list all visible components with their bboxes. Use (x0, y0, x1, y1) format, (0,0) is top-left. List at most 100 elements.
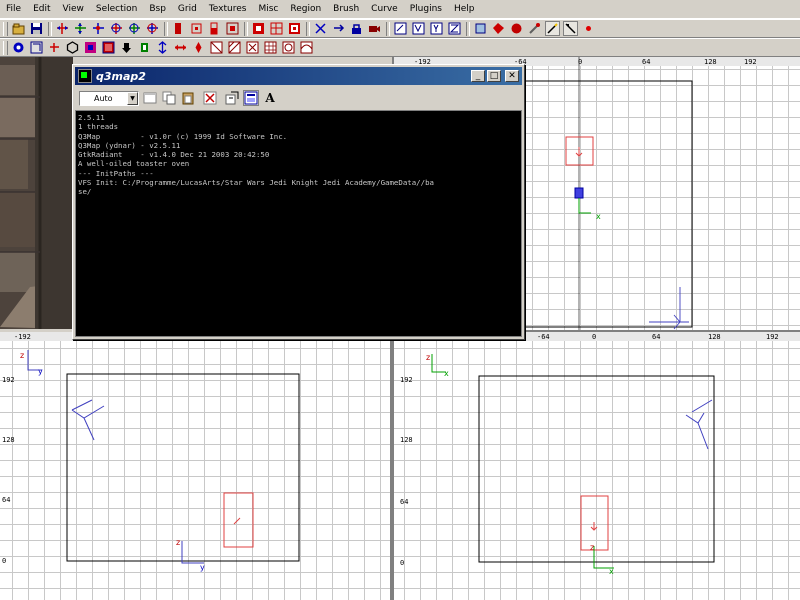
cube-icon[interactable] (101, 40, 116, 55)
filter-icon[interactable] (491, 21, 506, 36)
menu-view[interactable]: View (57, 4, 90, 14)
light-icon[interactable] (527, 21, 542, 36)
sphere-icon[interactable] (509, 21, 524, 36)
properties-icon[interactable] (224, 90, 240, 106)
flip-x-icon[interactable] (55, 21, 70, 36)
menu-bsp[interactable]: Bsp (143, 4, 172, 14)
flip-y-icon[interactable] (73, 21, 88, 36)
console-line: Q3Map - v1.0r (c) 1999 Id Software Inc. (78, 131, 288, 141)
flip-z-icon[interactable] (91, 21, 106, 36)
font-button[interactable]: A (262, 90, 278, 106)
camera-icon[interactable] (367, 21, 382, 36)
axis-label-z: z (590, 543, 594, 552)
menu-plugins[interactable]: Plugins (404, 4, 448, 14)
toolbar-grip[interactable] (3, 40, 8, 55)
drag-icon[interactable] (563, 21, 578, 36)
save-icon[interactable] (29, 21, 44, 36)
brush-icon[interactable] (245, 40, 260, 55)
console-line: se/ (78, 187, 92, 197)
rotate-x-icon[interactable] (109, 21, 124, 36)
menu-region[interactable]: Region (284, 4, 327, 14)
axis-label-y: y (38, 367, 43, 376)
open-icon[interactable] (11, 21, 26, 36)
console-titlebar[interactable]: q3map2 _ □ ✕ (75, 67, 522, 85)
select-partial-tall-icon[interactable] (207, 21, 222, 36)
patch-icon[interactable] (447, 21, 462, 36)
menu-curve[interactable]: Curve (365, 4, 404, 14)
axis-label-y: y (200, 563, 205, 572)
front-viewport[interactable]: -64 0 64 128 192 192 128 64 0 z x z x (392, 332, 800, 600)
csg-subtract-icon[interactable] (251, 21, 266, 36)
menu-help[interactable]: Help (448, 4, 481, 14)
csg-merge-icon[interactable] (269, 21, 284, 36)
ruler-tick: 128 (400, 436, 413, 444)
menu-selection[interactable]: Selection (90, 4, 143, 14)
copy-icon[interactable] (161, 90, 177, 106)
select-touching-icon[interactable] (189, 21, 204, 36)
shader-icon[interactable] (29, 40, 44, 55)
terminal-icon (78, 69, 92, 83)
mark-icon[interactable] (142, 90, 158, 106)
q3map2-console-window: q3map2 _ □ ✕ Auto ▼ A 2.5.11 1 threads Q3M… (72, 64, 525, 340)
menu-misc[interactable]: Misc (252, 4, 284, 14)
menu-edit[interactable]: Edit (27, 4, 56, 14)
change-view-icon[interactable] (331, 21, 346, 36)
close-button[interactable]: ✕ (505, 70, 519, 82)
toolbar-grip[interactable] (3, 21, 8, 36)
ruler-tick: 64 (642, 58, 650, 66)
light-entity (649, 287, 689, 330)
point-icon[interactable] (581, 21, 596, 36)
camera-viewport[interactable] (0, 57, 73, 329)
rotate-z-icon[interactable] (145, 21, 160, 36)
endcap-icon[interactable] (209, 40, 224, 55)
console-output[interactable]: 2.5.11 1 threads Q3Map - v1.0r (c) 1999 Id… (75, 110, 522, 337)
axis-label-z: z (176, 538, 180, 547)
room-brush-outline (66, 373, 300, 562)
csg-hollow-icon[interactable] (287, 21, 302, 36)
down-arrow-icon[interactable] (119, 40, 134, 55)
cross-icon[interactable] (173, 40, 188, 55)
grid-icon[interactable] (263, 40, 278, 55)
menu-grid[interactable]: Grid (172, 4, 203, 14)
ruler-tick: 0 (578, 58, 582, 66)
ruler-tick: 64 (2, 496, 10, 504)
rotate-y-icon[interactable] (127, 21, 142, 36)
ruler-tick: 192 (400, 376, 413, 384)
entity-icon[interactable] (65, 40, 80, 55)
cone-icon[interactable] (227, 40, 242, 55)
background-icon[interactable] (243, 90, 259, 106)
patch-mesh-icon[interactable] (155, 40, 170, 55)
minimize-button[interactable]: _ (471, 70, 485, 82)
room-brush-outline (478, 375, 715, 563)
vertex-mode-icon[interactable] (393, 21, 408, 36)
font-size-select[interactable]: Auto ▼ (79, 90, 139, 106)
texture-browser-icon[interactable] (429, 21, 444, 36)
circle-icon[interactable] (47, 40, 62, 55)
main-toolbar (0, 19, 800, 38)
console-line: --- InitPaths --- (78, 168, 154, 178)
camera-move-icon[interactable] (83, 40, 98, 55)
show-entities-icon[interactable] (473, 21, 488, 36)
fullscreen-icon[interactable] (202, 90, 218, 106)
menu-brush[interactable]: Brush (327, 4, 365, 14)
chevron-down-icon[interactable]: ▼ (127, 91, 138, 105)
menu-textures[interactable]: Textures (203, 4, 253, 14)
menu-bar: File Edit View Selection Bsp Grid Textures Misc… (0, 0, 800, 19)
cube-clip-icon[interactable] (411, 21, 426, 36)
eye-icon[interactable] (545, 21, 560, 36)
bevel-icon[interactable] (191, 40, 206, 55)
cylinder-icon[interactable] (281, 40, 296, 55)
clipper-icon[interactable] (313, 21, 328, 36)
select-inside-icon[interactable] (225, 21, 240, 36)
ruler-tick: 128 (708, 333, 721, 341)
menu-file[interactable]: File (0, 4, 27, 14)
view-icon[interactable] (11, 40, 26, 55)
paste-icon[interactable] (180, 90, 196, 106)
origin-axis (593, 546, 614, 569)
split-icon[interactable] (137, 40, 152, 55)
side-viewport[interactable]: -192 192 128 64 0 z y z y (0, 332, 392, 600)
patch-cap-icon[interactable] (299, 40, 314, 55)
maximize-button[interactable]: □ (487, 70, 501, 82)
texture-lock-icon[interactable] (349, 21, 364, 36)
select-complete-tall-icon[interactable] (171, 21, 186, 36)
